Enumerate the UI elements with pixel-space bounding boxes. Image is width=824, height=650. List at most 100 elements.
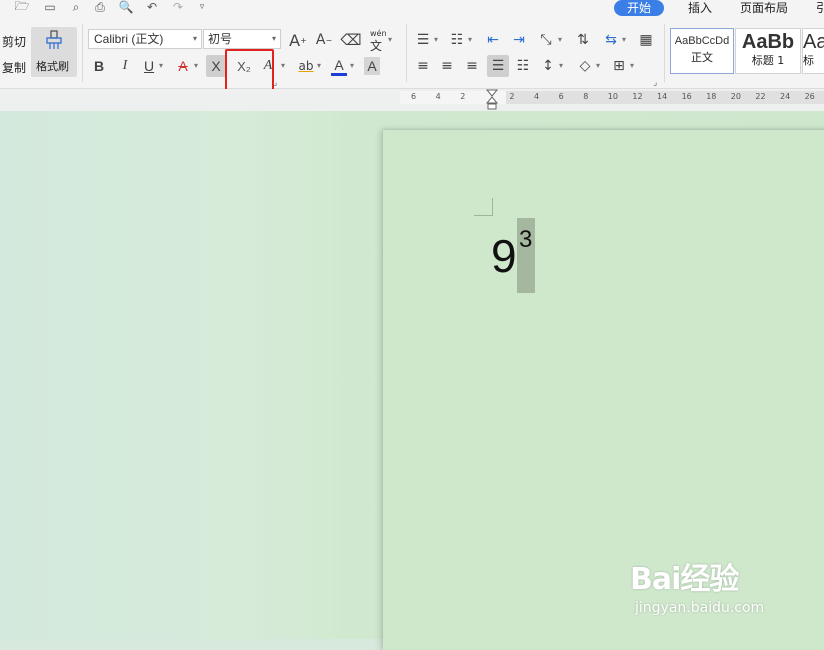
superscript-number[interactable]: 3: [519, 226, 532, 254]
format-painter-button[interactable]: 格式刷: [31, 27, 77, 77]
chevron-down-icon[interactable]: ▾: [434, 35, 438, 44]
shrink-font-button[interactable]: A −: [315, 30, 333, 50]
tab-insert[interactable]: 插入: [688, 0, 712, 16]
style-normal[interactable]: AaBbCcDd 正文: [670, 28, 734, 74]
ruler-tick-label: 4: [435, 92, 441, 101]
font-name-select[interactable]: Calibri (正文) ▾: [88, 29, 202, 49]
chevron-down-icon[interactable]: ▾: [622, 35, 626, 44]
clear-format-icon[interactable]: ⌫: [340, 30, 361, 50]
style-name: 正文: [691, 51, 713, 64]
borders-icon[interactable]: ⊞: [610, 56, 628, 76]
font-group-launcher-icon[interactable]: ⌟: [273, 78, 277, 88]
subscript-highlight-box: [225, 49, 274, 91]
align-left-icon[interactable]: ≡: [414, 56, 432, 76]
highlight-button[interactable]: ab: [297, 56, 315, 76]
chevron-down-icon[interactable]: ▾: [468, 35, 472, 44]
style-heading-1[interactable]: AaBb 标题 1: [735, 28, 801, 74]
chevron-down-icon[interactable]: ▾: [596, 61, 600, 70]
ruler-tick-label: 18: [706, 92, 717, 101]
tab-start[interactable]: 开始: [614, 0, 664, 16]
chevron-down-icon[interactable]: ▾: [281, 61, 285, 70]
distributed-align-icon[interactable]: ☷: [514, 56, 532, 76]
chevron-down-icon[interactable]: ▾: [194, 61, 198, 70]
chevron-down-icon[interactable]: ▾: [559, 61, 563, 70]
text-direction-icon[interactable]: ⤡: [536, 30, 556, 50]
redo-icon[interactable]: ↷: [170, 0, 186, 14]
increase-indent-icon[interactable]: ⇥: [510, 30, 528, 50]
tab-more[interactable]: 引: [816, 0, 824, 16]
indent-marker-icon[interactable]: [485, 89, 499, 110]
ruler-tick-label: 6: [411, 92, 417, 101]
chevron-down-icon[interactable]: ▾: [630, 61, 634, 70]
group-divider: [82, 24, 83, 82]
sort-icon[interactable]: ⇅: [574, 30, 592, 50]
group-divider: [664, 24, 665, 82]
ruler-tick-label: 2: [509, 92, 515, 101]
superscript-icon: X: [211, 58, 221, 74]
bold-button[interactable]: B: [90, 56, 108, 76]
ruler-tick-label: 20: [730, 92, 741, 101]
paste-format-icon[interactable]: ⌕: [68, 0, 84, 14]
style-sample: AaBb: [741, 31, 795, 53]
pinyin-icon: 文: [370, 39, 383, 53]
align-right-icon[interactable]: ≡: [463, 56, 481, 76]
table-grid-icon[interactable]: ▦: [636, 30, 656, 50]
pinyin-guide-button[interactable]: wén 文 ▾: [369, 29, 395, 53]
grow-font-button[interactable]: A +: [289, 30, 307, 50]
chevron-down-icon[interactable]: ▾: [317, 61, 321, 70]
bullets-icon[interactable]: ☰: [414, 30, 432, 50]
underline-button[interactable]: U: [142, 56, 156, 76]
style-name: 标题 1: [751, 54, 785, 67]
undo-icon[interactable]: ↶: [144, 0, 160, 14]
grow-font-icon: A: [289, 30, 301, 50]
numbering-icon[interactable]: ☷: [448, 30, 466, 50]
distribute-icon[interactable]: ⇆: [602, 30, 620, 50]
style-heading-2[interactable]: AaB 标: [802, 28, 824, 74]
font-color-button[interactable]: A: [331, 56, 347, 76]
font-size-value: 初号: [208, 32, 233, 46]
print-icon[interactable]: ⎙: [92, 0, 108, 14]
ruler-tick-label: 8: [583, 92, 589, 101]
style-name: 标: [803, 54, 814, 67]
decrease-indent-icon[interactable]: ⇤: [484, 30, 502, 50]
open-folder-icon[interactable]: 🗁: [14, 0, 30, 14]
watermark-url: jingyan.baidu.com: [635, 600, 765, 616]
align-center-icon[interactable]: ≡: [438, 56, 456, 76]
chevron-down-icon[interactable]: ▾: [558, 35, 562, 44]
ruler-tick-label: 6: [558, 92, 564, 101]
justify-icon[interactable]: ☰: [487, 55, 509, 77]
strikethrough-button[interactable]: A: [175, 56, 191, 76]
chevron-down-icon[interactable]: ▾: [159, 61, 163, 70]
copy-button[interactable]: 复制: [2, 59, 26, 76]
chevron-down-icon[interactable]: ▾: [350, 61, 354, 70]
ruler-tick-label: 16: [681, 92, 692, 101]
cut-button[interactable]: 剪切: [2, 33, 26, 50]
format-painter-label: 格式刷: [36, 60, 69, 73]
font-name-value: Calibri (正文): [94, 32, 164, 46]
paragraph-group-launcher-icon[interactable]: ⌟: [653, 78, 657, 88]
superscript-button[interactable]: X: [206, 55, 226, 77]
italic-button[interactable]: I: [116, 56, 134, 76]
print-preview-icon[interactable]: 🔍: [118, 0, 134, 14]
more-icon[interactable]: ▿: [194, 0, 210, 14]
brush-icon: [45, 30, 63, 50]
ruler-tick-label: 26: [804, 92, 815, 101]
style-sample: AaB: [803, 31, 824, 53]
ruler-tick-label: 24: [780, 92, 791, 101]
style-sample: AaBbCcDd: [674, 35, 730, 47]
chevron-down-icon: ▾: [388, 35, 393, 44]
char-shading-button[interactable]: A: [364, 57, 380, 75]
watermark-brand: Bai经验: [630, 562, 739, 597]
ruler-tick-label: 4: [534, 92, 540, 101]
shading-icon[interactable]: ◇: [576, 56, 594, 76]
chevron-down-icon: ▾: [271, 34, 276, 43]
base-number[interactable]: 9: [491, 228, 517, 284]
ruler-tick-label: 14: [657, 92, 668, 101]
chevron-down-icon: ▾: [192, 34, 197, 43]
line-spacing-icon[interactable]: ↕: [539, 56, 557, 76]
font-size-select[interactable]: 初号 ▾: [203, 29, 281, 49]
ruler-tick-label: 2: [460, 92, 466, 101]
tab-page-layout[interactable]: 页面布局: [740, 0, 788, 16]
shrink-font-icon: A: [315, 32, 326, 48]
save-icon[interactable]: ▭: [42, 0, 58, 14]
